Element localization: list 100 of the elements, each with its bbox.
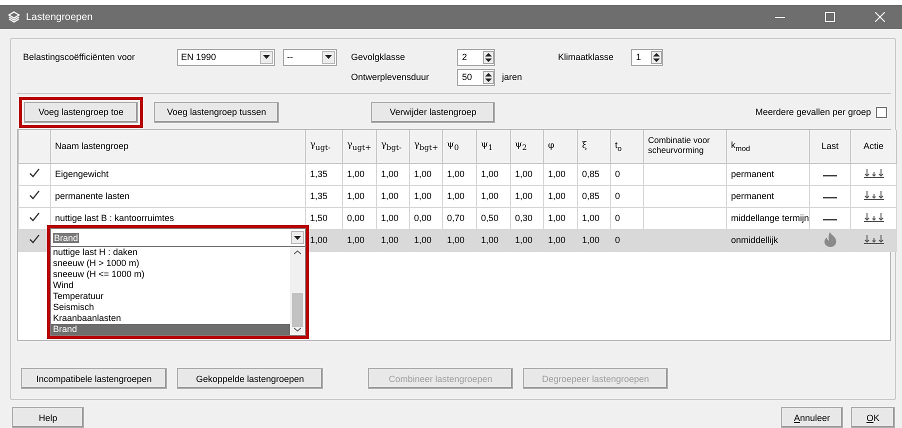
table-cell: permanent (726, 163, 810, 185)
table-cell: 1,00 (476, 229, 510, 251)
column-header: φ (544, 130, 578, 163)
table-cell: 1,00 (410, 229, 442, 251)
table-cell: Eigengewicht (50, 163, 306, 185)
table-cell: 1,00 (376, 229, 410, 251)
column-header: γ$_{bgt+}$ (410, 130, 442, 163)
toolbar-button[interactable]: Verwijder lastengroep (371, 102, 496, 122)
table-cell: onmiddellijk (726, 229, 810, 251)
scroll-down-icon[interactable] (294, 327, 301, 332)
table-cell: 1,00 (342, 185, 376, 207)
table-cell: 1,00 (544, 229, 578, 251)
table-cell: 1,00 (578, 207, 610, 229)
spin-arrows-icon[interactable] (651, 50, 662, 64)
load-arrows-icon[interactable] (864, 234, 884, 244)
load-arrows-icon[interactable] (864, 190, 884, 200)
check-mark-icon[interactable] (29, 190, 40, 200)
table-cell: 1,00 (410, 185, 442, 207)
dialog-button[interactable]: OK (851, 407, 895, 428)
minimize-icon (775, 16, 785, 18)
column-header: t$_{o}$ (610, 130, 644, 163)
checkbox[interactable] (876, 106, 887, 118)
table-row[interactable]: Eigengewicht 1,35 1,00 1,00 1,00 1,00 1,00 1,00 1,00 0,85 0 permanent (18, 163, 896, 185)
variant-dropdown[interactable]: -- (283, 48, 337, 66)
column-header: γ$_{ugt+}$ (342, 130, 376, 163)
app-icon (8, 11, 20, 23)
field-label: Gevolgklasse (351, 52, 406, 62)
field-label: Belastingscoëfficiënten voor (23, 52, 136, 62)
table-cell: 0 (610, 185, 644, 207)
toolbar-button[interactable]: Voeg lastengroep toe (24, 102, 138, 122)
table-cell: 1,00 (442, 185, 476, 207)
column-header: γ$_{ugt-}$ (306, 130, 342, 163)
field-label: Ontwerplevensduur (351, 72, 430, 82)
table-cell: 1,00 (510, 185, 544, 207)
group-button[interactable]: Incompatibele lastengroepen (21, 368, 167, 389)
table-cell: 1,00 (410, 163, 442, 185)
window-title: Lastengroepen (26, 12, 94, 22)
column-header: γ$_{bgt-}$ (376, 130, 410, 163)
dropdown-option[interactable]: Brand (51, 324, 290, 335)
table-cell: 1,00 (376, 163, 410, 185)
check-mark-icon[interactable] (29, 168, 40, 178)
column-header: Actie (850, 130, 896, 163)
standard-dropdown[interactable]: EN 1990 (177, 48, 275, 66)
table-cell: 0 (610, 163, 644, 185)
load-arrows-icon[interactable] (864, 168, 884, 178)
table-cell: 1,35 (306, 185, 342, 207)
table-cell: 1,00 (342, 229, 376, 251)
name-dropdown[interactable]: Brand (50, 228, 306, 247)
table-cell: 0 (610, 229, 644, 251)
unit-label: jaren (502, 72, 522, 82)
toolbar-button[interactable]: Voeg lastengroep tussen (154, 102, 280, 122)
table-cell: 1,00 (342, 163, 376, 185)
table-cell: 0,85 (578, 185, 610, 207)
column-header: ψ$_{0}$ (442, 130, 476, 163)
table-cell: 1,00 (476, 163, 510, 185)
consequence-class-spinner[interactable]: 2 (457, 48, 495, 66)
table-row[interactable]: permanente lasten 1,35 1,00 1,00 1,00 1,00 1,00 1,00 1,00 0,85 0 permanent (18, 185, 896, 207)
table-cell: 0,85 (578, 163, 610, 185)
dropdown-arrow-icon (294, 236, 301, 240)
table-cell: 1,00 (442, 229, 476, 251)
column-header: ψ$_{1}$ (476, 130, 510, 163)
spin-arrows-icon[interactable] (483, 50, 494, 64)
table-cell: 0,00 (410, 207, 442, 229)
spin-arrows-icon[interactable] (483, 70, 494, 84)
dropdown-arrow-icon (325, 55, 332, 59)
climate-class-spinner[interactable]: 1 (631, 48, 663, 66)
design-life-spinner[interactable]: 50 (457, 68, 495, 86)
table-cell: 1,35 (306, 163, 342, 185)
column-header: ξ (578, 130, 610, 163)
table-cell: 1,00 (510, 229, 544, 251)
load-arrows-icon[interactable] (864, 212, 884, 222)
column-header: Naam lastengroep (50, 130, 306, 163)
column-header: Last (810, 130, 850, 163)
close-icon (875, 12, 885, 22)
maximize-icon (825, 12, 835, 22)
table-cell: middellange termijn (726, 207, 810, 229)
table-cell: 1,00 (578, 229, 610, 251)
dialog-button[interactable]: Help (12, 407, 84, 428)
group-button[interactable]: Gekoppelde lastengroepen (177, 368, 323, 389)
table-cell: 1,00 (544, 185, 578, 207)
table-cell: permanente lasten (50, 185, 306, 207)
check-mark-icon[interactable] (29, 212, 40, 222)
table-cell: permanent (726, 185, 810, 207)
field-label: Klimaatklasse (558, 52, 615, 62)
table-cell: 1,00 (510, 163, 544, 185)
column-header: k$_{mod}$ (726, 130, 810, 163)
table-cell: 0,50 (476, 207, 510, 229)
table-cell: 0,70 (442, 207, 476, 229)
scroll-up-icon[interactable] (294, 250, 301, 255)
table-cell: 0,30 (510, 207, 544, 229)
table-cell: 0 (610, 207, 644, 229)
scrollbar[interactable] (290, 247, 305, 335)
table-cell: 1,00 (476, 185, 510, 207)
dialog-button[interactable]: Annuleer (780, 407, 843, 428)
column-header: ψ$_{2}$ (510, 130, 544, 163)
dropdown-arrow-icon (263, 55, 270, 59)
check-mark-icon[interactable] (29, 234, 40, 244)
table-row[interactable]: nuttige last B : kantoorruimtes 1,50 0,00 1,00 0,00 0,70 0,50 0,30 1,00 1,00 0 middellange termijn (18, 207, 896, 229)
table-cell: 1,00 (376, 207, 410, 229)
column-header: Combinatie voor scheurvorming (644, 130, 726, 163)
